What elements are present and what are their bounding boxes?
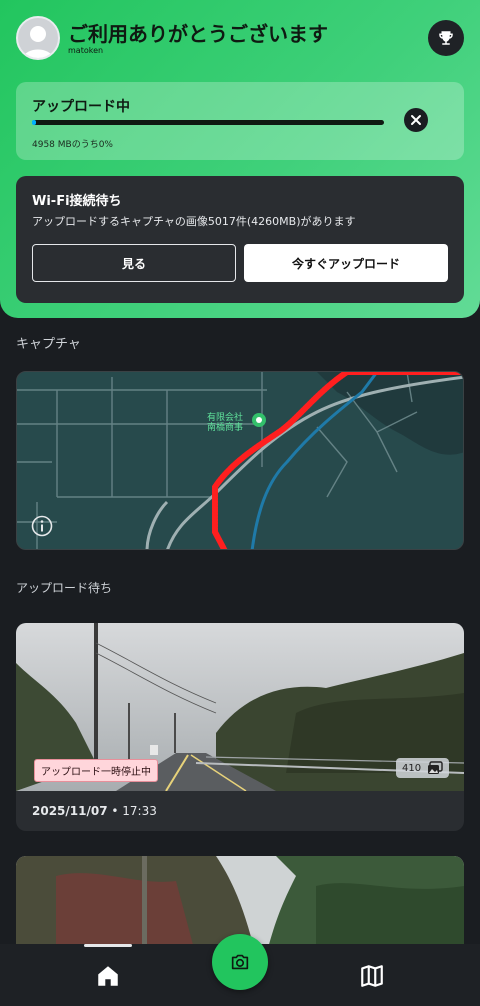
capture-map[interactable]: 有限会社 南橋商事 [16, 371, 464, 550]
camera-button[interactable] [212, 934, 268, 990]
active-tab-indicator [84, 944, 132, 947]
close-icon [411, 115, 421, 125]
upload-now-button[interactable]: 今すぐアップロード [244, 244, 448, 282]
avatar[interactable] [16, 16, 60, 60]
trophy-icon [439, 31, 453, 45]
map-place-label: 有限会社 [207, 411, 243, 423]
image-count-badge: 410 [396, 758, 450, 778]
upload-title: アップロード中 [32, 99, 130, 115]
camera-icon [231, 954, 249, 970]
map-icon [361, 965, 383, 987]
captures-section-label: キャプチャ [16, 337, 81, 352]
map-canvas: 有限会社 南橋商事 [17, 372, 463, 549]
upload-status-text: 4958 MBのうち0% [32, 140, 113, 150]
cancel-upload-button[interactable] [404, 108, 428, 132]
trophy-button[interactable] [428, 20, 464, 56]
nav-map-button[interactable] [358, 962, 386, 990]
images-icon [428, 761, 443, 774]
greeting-text: ご利用ありがとうございます [68, 22, 328, 46]
header-banner: ご利用ありがとうございます matoken アップロード中 4958 MBのうち… [0, 0, 480, 318]
capture-time: • 17:33 [111, 804, 157, 818]
nav-home-button[interactable] [94, 962, 122, 990]
image-count: 410 [402, 762, 422, 774]
upload-progress-card: アップロード中 4958 MBのうち0% [16, 82, 464, 160]
capture-datetime: 2025/11/07 • 17:33 [32, 804, 157, 818]
pending-capture-card[interactable]: アップロード一時停止中 410 2025/11/07 • 17:33 [16, 623, 464, 831]
info-icon[interactable] [31, 515, 53, 537]
home-icon [98, 966, 118, 986]
view-button[interactable]: 見る [32, 244, 236, 282]
capture-date: 2025/11/07 [32, 804, 108, 818]
wifi-waiting-card: Wi-Fi接続待ち アップロードするキャプチャの画像5017件(4260MB)が… [16, 176, 464, 303]
username: matoken [68, 46, 104, 55]
pending-section-label: アップロード待ち [16, 581, 113, 595]
wifi-title: Wi-Fi接続待ち [32, 194, 122, 209]
map-place-label-2: 南橋商事 [207, 421, 243, 433]
upload-paused-badge: アップロード一時停止中 [34, 759, 158, 782]
upload-progress-bar [32, 120, 384, 125]
upload-progress-fill [32, 120, 36, 125]
wifi-description: アップロードするキャプチャの画像5017件(4260MB)があります [32, 215, 356, 228]
